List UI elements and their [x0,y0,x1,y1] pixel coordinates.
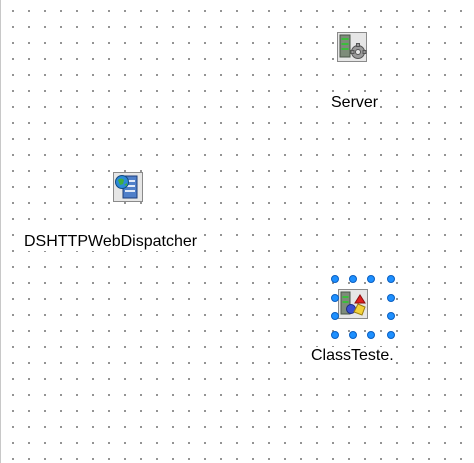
selection-handle-right-lower[interactable] [387,312,395,320]
selection-handle-bottom-left[interactable] [331,331,339,339]
server-component[interactable] [337,32,367,62]
selection-handle-bottom-right[interactable] [367,331,375,339]
selection-handle-right-upper[interactable] [387,294,395,302]
selection-handle-bottom-far-right[interactable] [387,331,395,339]
selection-handle-bottom-middle[interactable] [349,331,357,339]
server-caption: Server [330,94,380,112]
classteste-caption: ClassTeste. [310,347,395,365]
form-designer-canvas[interactable]: Server DSHTTPWebDispatcher ClassTeste. [0,0,474,463]
selection-handle-top-left[interactable] [331,275,339,283]
dshttpwebdispatcher-caption: DSHTTPWebDispatcher [23,233,199,251]
web-dispatcher-globe-icon [113,172,143,202]
selection-handle-left-upper[interactable] [331,294,339,302]
selection-handle-top-right[interactable] [367,275,375,283]
server-gear-icon [337,32,367,62]
selection-handle-top-middle[interactable] [349,275,357,283]
selection-handle-left-lower[interactable] [331,312,339,320]
dshttpwebdispatcher-component[interactable] [113,172,143,202]
selection-handle-top-far-right[interactable] [387,275,395,283]
classteste-component[interactable] [338,289,368,319]
server-class-icon [338,289,368,319]
